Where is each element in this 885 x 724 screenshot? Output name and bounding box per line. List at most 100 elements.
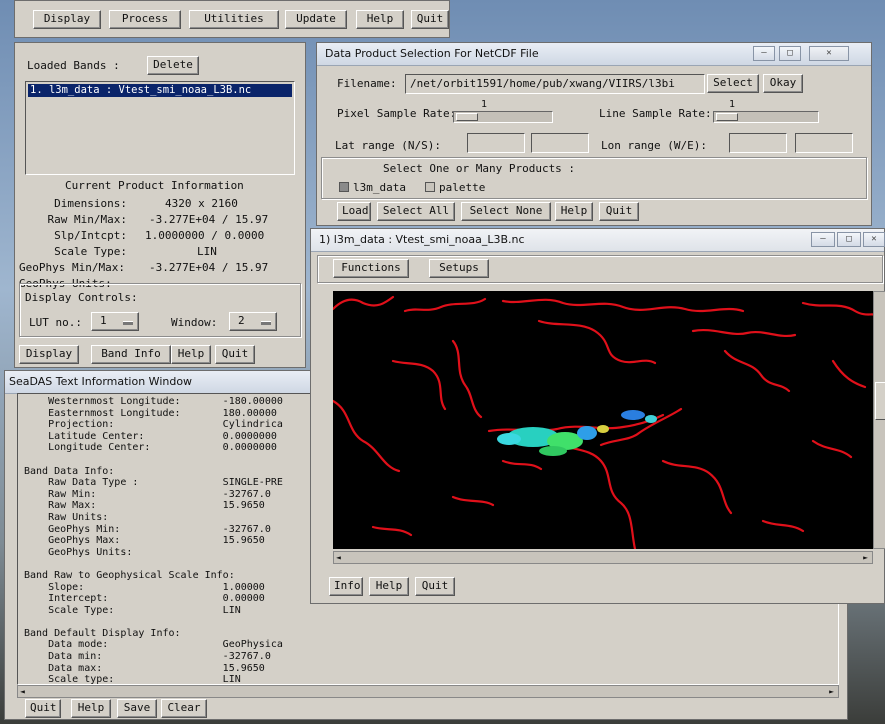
- update-menu-button[interactable]: Update: [285, 10, 347, 29]
- help-button[interactable]: Help: [171, 345, 211, 364]
- quit-button[interactable]: Quit: [215, 345, 255, 364]
- lat-range-label: Lat range (N/S):: [335, 139, 441, 152]
- info-row: GeoPhys Min/Max: -3.277E+04 / 15.97: [19, 261, 303, 277]
- checkbox-checked-icon[interactable]: [339, 182, 349, 192]
- display-menu-button[interactable]: Display: [33, 10, 101, 29]
- pixel-rate-slider[interactable]: [453, 111, 553, 123]
- quit-menu-button[interactable]: Quit: [411, 10, 449, 29]
- dropdown-indicator-icon: [261, 321, 271, 325]
- lat-north-field[interactable]: [467, 133, 525, 153]
- scroll-left-icon[interactable]: ◄: [20, 688, 25, 696]
- filename-label: Filename:: [337, 77, 397, 90]
- info-row: Scale Type: LIN: [19, 245, 303, 261]
- scroll-right-icon[interactable]: ►: [863, 554, 868, 562]
- slider-thumb[interactable]: [716, 113, 738, 121]
- delete-band-button[interactable]: Delete: [147, 56, 199, 75]
- image-info-button[interactable]: Info: [329, 577, 363, 596]
- close-icon[interactable]: ✕: [863, 232, 885, 247]
- select-file-button[interactable]: Select: [707, 74, 759, 93]
- maximize-icon[interactable]: □: [779, 46, 801, 61]
- product-checkbox-palette[interactable]: palette: [425, 181, 485, 194]
- lut-label: LUT no.:: [29, 316, 82, 329]
- netcdf-help-button[interactable]: Help: [555, 202, 593, 221]
- loaded-bands-label: Loaded Bands :: [27, 59, 120, 72]
- lon-east-field[interactable]: [795, 133, 853, 153]
- info-row-label: Dimensions:: [54, 197, 127, 210]
- line-rate-label: Line Sample Rate:: [599, 107, 712, 120]
- text-clear-button[interactable]: Clear: [161, 699, 207, 718]
- lon-west-field[interactable]: [729, 133, 787, 153]
- band-list-item[interactable]: 1. l3m_data : Vtest_smi_noaa_L3B.nc: [28, 84, 292, 97]
- line-rate-slider[interactable]: [713, 111, 819, 123]
- info-row-value: -3.277E+04 / 15.97: [149, 261, 269, 274]
- image-vscroll[interactable]: [873, 291, 885, 549]
- info-row-label: GeoPhys Min/Max:: [19, 261, 125, 274]
- window-dropdown[interactable]: 2: [229, 312, 277, 331]
- display-controls-label: Display Controls:: [25, 291, 138, 304]
- image-window-title: 1) l3m_data : Vtest_smi_noaa_L3B.nc: [311, 229, 884, 252]
- image-help-button[interactable]: Help: [369, 577, 409, 596]
- load-button[interactable]: Load: [337, 202, 371, 221]
- minimize-icon[interactable]: —: [753, 46, 775, 61]
- okay-button[interactable]: Okay: [763, 74, 803, 93]
- close-icon[interactable]: ✕: [809, 46, 849, 61]
- netcdf-quit-button[interactable]: Quit: [599, 202, 639, 221]
- setups-button[interactable]: Setups: [429, 259, 489, 278]
- line-rate-value: 1: [729, 99, 736, 110]
- pixel-rate-value: 1: [481, 99, 488, 110]
- info-row-label: Scale Type:: [54, 245, 127, 258]
- band-info-button[interactable]: Band Info: [91, 345, 171, 364]
- band-control-window: Loaded Bands : Delete 1. l3m_data : Vtes…: [14, 42, 306, 368]
- scroll-right-icon[interactable]: ►: [829, 688, 834, 696]
- filename-value: /net/orbit1591/home/pub/xwang/VIIRS/l3bi: [410, 77, 675, 90]
- process-menu-button[interactable]: Process: [109, 10, 181, 29]
- info-row: Dimensions: 4320 x 2160: [19, 197, 303, 213]
- lut-value: 1: [100, 314, 107, 327]
- select-products-label: Select One or Many Products :: [383, 162, 576, 175]
- text-info-hscroll[interactable]: ◄ ►: [17, 685, 839, 698]
- text-help-button[interactable]: Help: [71, 699, 111, 718]
- info-row: Raw Min/Max: -3.277E+04 / 15.97: [19, 213, 303, 229]
- window-label: Window:: [171, 316, 218, 329]
- lat-south-field[interactable]: [531, 133, 589, 153]
- current-product-info-title: Current Product Information: [65, 179, 244, 192]
- dropdown-indicator-icon: [123, 321, 133, 325]
- main-menu-window: Display Process Utilities Update Help Qu…: [14, 0, 450, 38]
- lon-range-label: Lon range (W/E):: [601, 139, 707, 152]
- filename-field[interactable]: /net/orbit1591/home/pub/xwang/VIIRS/l3bi: [405, 74, 705, 94]
- help-menu-button[interactable]: Help: [356, 10, 404, 29]
- slider-thumb[interactable]: [456, 113, 478, 121]
- checkbox-unchecked-icon[interactable]: [425, 182, 435, 192]
- info-row-label: Raw Min/Max:: [47, 213, 127, 226]
- product-label: palette: [439, 181, 486, 194]
- text-save-button[interactable]: Save: [117, 699, 157, 718]
- image-display-window: 1) l3m_data : Vtest_smi_noaa_L3B.nc — □ …: [310, 228, 885, 604]
- netcdf-selection-window: Data Product Selection For NetCDF File —…: [316, 42, 872, 226]
- info-row-label: Slp/Intcpt:: [54, 229, 127, 242]
- info-row-value: 1.0000000 / 0.0000: [145, 229, 265, 242]
- image-hscroll[interactable]: ◄ ►: [333, 551, 873, 564]
- info-row: Slp/Intcpt: 1.0000000 / 0.0000: [19, 229, 303, 245]
- window-value: 2: [238, 314, 245, 327]
- select-all-button[interactable]: Select All: [377, 202, 455, 221]
- maximize-icon[interactable]: □: [837, 232, 861, 247]
- product-checkbox-l3m[interactable]: l3m_data: [339, 181, 406, 194]
- info-row-value: 4320 x 2160: [165, 197, 238, 210]
- info-row-value: -3.277E+04 / 15.97: [149, 213, 269, 226]
- scroll-left-icon[interactable]: ◄: [336, 554, 341, 562]
- pixel-rate-label: Pixel Sample Rate:: [337, 107, 457, 120]
- band-list[interactable]: 1. l3m_data : Vtest_smi_noaa_L3B.nc: [25, 81, 295, 175]
- info-row-value: LIN: [197, 245, 217, 258]
- scroll-thumb[interactable]: [875, 382, 885, 420]
- select-none-button[interactable]: Select None: [461, 202, 551, 221]
- coastline-map-image: [333, 295, 875, 549]
- product-label: l3m_data: [353, 181, 406, 194]
- display-button[interactable]: Display: [19, 345, 79, 364]
- lut-dropdown[interactable]: 1: [91, 312, 139, 331]
- image-canvas[interactable]: [333, 291, 875, 549]
- image-quit-button[interactable]: Quit: [415, 577, 455, 596]
- functions-button[interactable]: Functions: [333, 259, 409, 278]
- utilities-menu-button[interactable]: Utilities: [189, 10, 279, 29]
- minimize-icon[interactable]: —: [811, 232, 835, 247]
- text-quit-button[interactable]: Quit: [25, 699, 61, 718]
